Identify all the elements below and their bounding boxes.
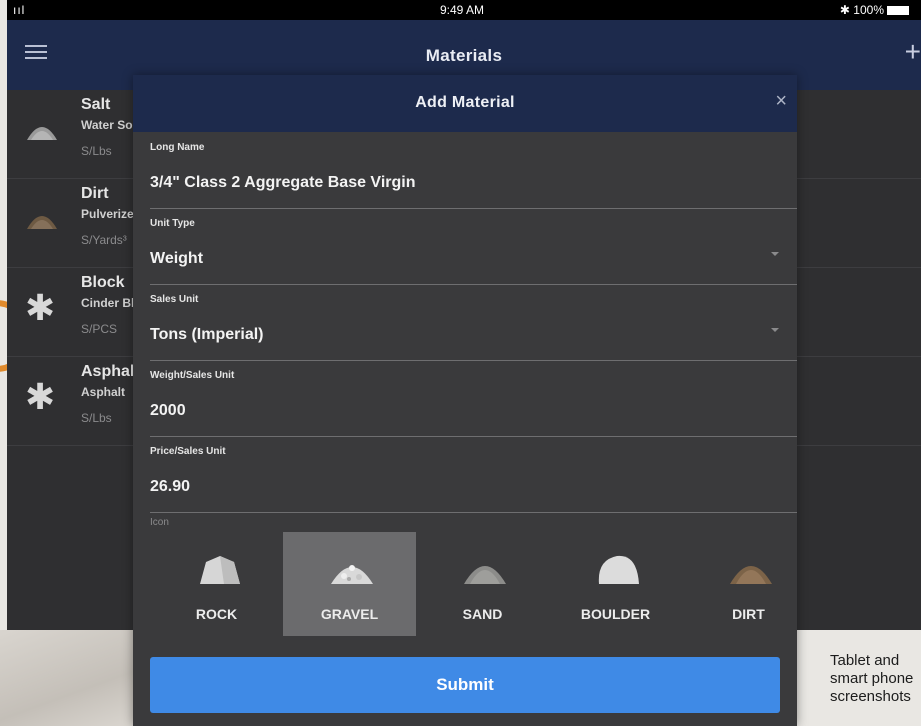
material-unit: S/PCS: [81, 322, 118, 336]
gravel-icon: [331, 565, 373, 584]
unit-type-value[interactable]: Weight: [150, 250, 203, 268]
add-material-modal: Add Material × Long Name 3/4" Class 2 Ag…: [133, 75, 797, 726]
icon-option-rock[interactable]: ROCK: [150, 532, 283, 636]
icon-option-label: ROCK: [195, 606, 238, 622]
icon-picker: ROCK GRAVEL SAND BOULDER DIRT: [150, 532, 797, 636]
battery-indicator: ✱ 100%: [840, 3, 909, 17]
material-desc: Pulverize: [81, 207, 134, 221]
icon-option-label: DIRT: [732, 606, 765, 622]
field-label: Price/Sales Unit: [150, 446, 226, 457]
icon-option-label: GRAVEL: [320, 606, 379, 622]
modal-header: Add Material ×: [133, 75, 797, 132]
icon-option-label: BOULDER: [580, 606, 651, 622]
material-name: Asphalt: [81, 363, 140, 380]
boulder-icon: [598, 555, 639, 584]
page-title: Materials: [425, 46, 503, 65]
material-name: Block: [81, 274, 125, 291]
star-icon: ✱: [25, 287, 56, 328]
sales-unit-value[interactable]: Tons (Imperial): [150, 326, 264, 344]
icon-option-gravel[interactable]: GRAVEL: [283, 532, 416, 636]
add-icon[interactable]: +: [905, 38, 921, 66]
icon-option-boulder[interactable]: BOULDER: [549, 532, 682, 636]
field-label: Long Name: [150, 142, 205, 153]
field-label: Weight/Sales Unit: [150, 370, 235, 381]
salt-pile-icon: [27, 127, 57, 140]
material-desc: Asphalt: [81, 385, 126, 399]
material-desc: Cinder Bl: [81, 296, 135, 310]
weight-sales-unit-field[interactable]: Weight/Sales Unit 2000: [150, 360, 797, 437]
field-label: Unit Type: [150, 218, 195, 229]
rock-icon: [200, 556, 240, 584]
sand-icon: [464, 566, 506, 584]
background-texture: [0, 630, 150, 726]
unit-type-select[interactable]: Unit Type Weight: [150, 208, 797, 285]
icon-section-label: Icon: [150, 517, 169, 528]
dirt-pile-icon: [27, 216, 57, 229]
long-name-field[interactable]: Long Name 3/4" Class 2 Aggregate Base Vi…: [150, 132, 797, 209]
chevron-down-icon[interactable]: [771, 328, 779, 332]
icon-option-sand[interactable]: SAND: [416, 532, 549, 636]
weight-sales-unit-input[interactable]: 2000: [150, 402, 186, 420]
material-desc: Water So: [81, 118, 133, 132]
field-label: Sales Unit: [150, 294, 199, 305]
close-icon[interactable]: ×: [775, 91, 787, 111]
battery-text: ✱ 100%: [839, 3, 884, 17]
status-bar: ııl 9:49 AM ✱ 100%: [7, 0, 921, 20]
status-time: 9:49 AM: [440, 3, 485, 17]
material-name: Salt: [81, 96, 111, 113]
price-sales-unit-field[interactable]: Price/Sales Unit 26.90: [150, 436, 797, 513]
caption-text: Tablet and smart phone screenshots: [830, 652, 914, 705]
star-icon: ✱: [25, 376, 56, 417]
signal-icon: ııl: [13, 3, 26, 17]
icon-option-label: SAND: [462, 606, 503, 622]
battery-icon: [887, 6, 909, 16]
material-unit: S/Yards³: [81, 233, 127, 247]
icon-option-dirt[interactable]: DIRT: [682, 532, 815, 636]
chevron-down-icon[interactable]: [771, 252, 779, 256]
submit-button[interactable]: Submit: [150, 657, 780, 713]
dirt-icon: [730, 566, 772, 584]
material-unit: S/Lbs: [81, 144, 112, 158]
modal-title: Add Material: [415, 94, 515, 111]
material-unit: S/Lbs: [81, 411, 112, 425]
material-name: Dirt: [81, 185, 109, 202]
price-sales-unit-input[interactable]: 26.90: [150, 478, 190, 496]
sales-unit-select[interactable]: Sales Unit Tons (Imperial): [150, 284, 797, 361]
long-name-input[interactable]: 3/4" Class 2 Aggregate Base Virgin: [150, 174, 415, 192]
